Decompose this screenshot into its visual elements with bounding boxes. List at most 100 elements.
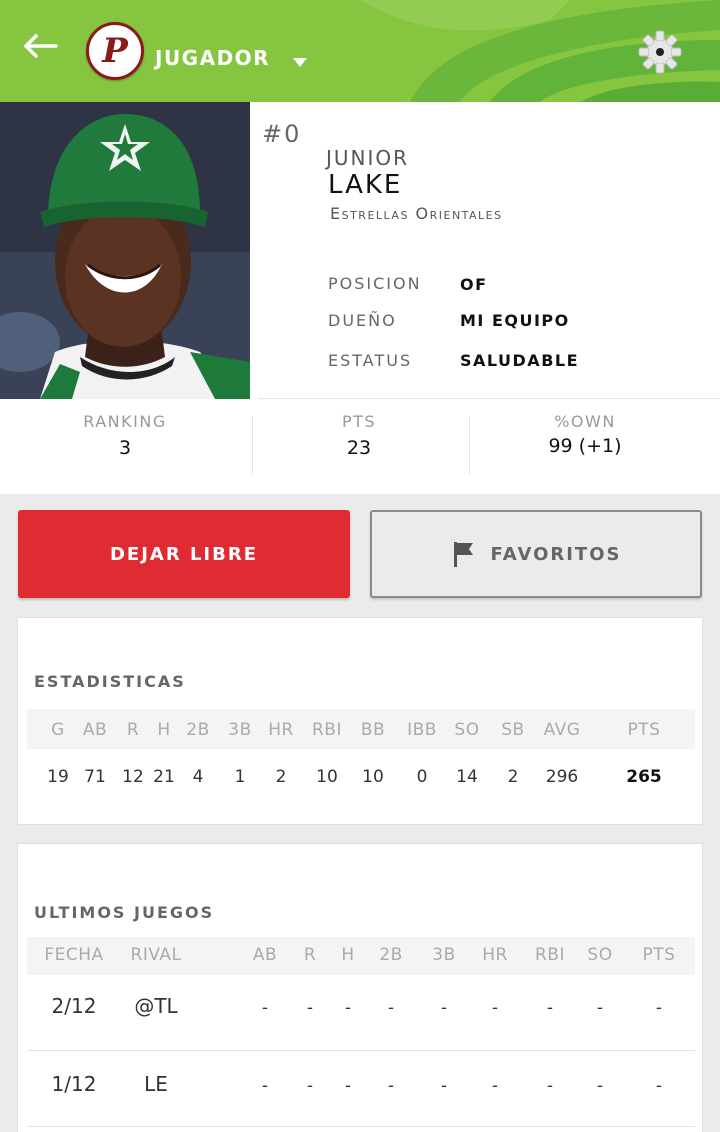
release-player-button[interactable]: DEJAR LIBRE	[18, 510, 350, 598]
stats-column-header: 3B	[228, 720, 252, 740]
stats-value: 12	[122, 767, 144, 787]
owner-label: DUEÑO	[328, 311, 397, 330]
ranking-summary: RANKING 3	[50, 412, 200, 459]
stats-value: 0	[416, 767, 428, 787]
stats-value: 71	[84, 767, 106, 787]
stats-card: ESTADISTICAS G 19 AB 71 R 12 H 21 2B 4 3B 1 HR 2 RBI 10…	[17, 617, 703, 825]
gear-icon[interactable]	[636, 28, 684, 76]
game-date: 2/12	[51, 994, 97, 1018]
stats-value: 265	[626, 767, 662, 787]
page-title[interactable]: JUGADOR	[155, 46, 270, 70]
game-stat: -	[387, 1076, 395, 1096]
stats-column-header: R	[126, 720, 140, 740]
stats-column-header: 2B	[186, 720, 210, 740]
game-stat: -	[261, 1076, 269, 1096]
game-stat: -	[440, 1076, 448, 1096]
stats-value: 10	[362, 767, 384, 787]
games-column-header: RIVAL	[130, 945, 182, 965]
stats-column-header: AVG	[543, 720, 581, 740]
divider	[258, 398, 720, 399]
player-profile: #0 JUNIOR LAKE Estrellas Orientales POSI…	[0, 102, 720, 494]
game-stat: -	[655, 1076, 663, 1096]
player-number: #0	[262, 120, 302, 148]
game-opponent: LE	[144, 1072, 168, 1096]
favorites-button-label: FAVORITOS	[490, 543, 622, 565]
stats-column-header: H	[157, 720, 171, 740]
ownership-value: 99 (+1)	[548, 435, 622, 457]
games-column-header: H	[341, 945, 355, 965]
player-photo	[0, 102, 250, 399]
stats-value: 1	[234, 767, 246, 787]
game-stat: -	[546, 1076, 554, 1096]
points-value: 23	[346, 437, 372, 459]
game-stat: -	[306, 998, 314, 1018]
flag-icon	[453, 542, 473, 567]
points-label: PTS	[341, 412, 377, 431]
game-date: 1/12	[51, 1072, 97, 1096]
divider	[252, 416, 253, 474]
arrow-left-icon[interactable]	[22, 30, 62, 62]
owner-value: MI EQUIPO	[460, 311, 570, 330]
stats-column-header: SB	[501, 720, 525, 740]
game-stat: -	[491, 998, 499, 1018]
stats-column-header: AB	[82, 720, 108, 740]
games-column-header: PTS	[642, 945, 676, 965]
games-card: ULTIMOS JUEGOS FECHA RIVAL AB R H 2B 3B HR RBI SO…	[17, 843, 703, 1132]
status-value: SALUDABLE	[460, 351, 580, 370]
divider	[469, 416, 470, 474]
game-stat: -	[261, 998, 269, 1018]
stats-value: 14	[456, 767, 478, 787]
ownership-label: %OWN	[554, 412, 616, 431]
stats-column-header: BB	[360, 720, 386, 740]
game-stat: -	[546, 998, 554, 1018]
favorites-button[interactable]: FAVORITOS	[370, 510, 702, 598]
games-column-header: R	[303, 945, 317, 965]
points-summary: PTS 23	[284, 412, 434, 459]
games-column-header: HR	[482, 945, 508, 965]
game-stat: -	[596, 1076, 604, 1096]
game-stat: -	[491, 1076, 499, 1096]
game-stat: -	[344, 998, 352, 1018]
stats-column-header: G	[51, 720, 65, 740]
stats-value: 19	[47, 767, 69, 787]
games-column-header: SO	[587, 945, 613, 965]
logo-letter: P	[102, 31, 128, 71]
stats-column-header: PTS	[627, 720, 661, 740]
status-label: ESTATUS	[328, 351, 413, 370]
player-team: Estrellas Orientales	[330, 204, 503, 223]
game-stat: -	[596, 998, 604, 1018]
stats-value: 2	[275, 767, 287, 787]
game-stat: -	[344, 1076, 352, 1096]
stats-title: ESTADISTICAS	[34, 672, 186, 691]
stats-column-header: RBI	[312, 720, 342, 740]
games-column-header: AB	[252, 945, 278, 965]
games-column-header: 3B	[432, 945, 456, 965]
player-last-name: LAKE	[328, 170, 403, 200]
game-stat: -	[440, 998, 448, 1018]
games-column-header: 2B	[379, 945, 403, 965]
game-stat: -	[387, 998, 395, 1018]
stats-value: 2	[507, 767, 519, 787]
stats-column-header: IBB	[407, 720, 437, 740]
game-stat: -	[306, 1076, 314, 1096]
row-divider	[27, 1126, 695, 1127]
league-logo: P	[86, 22, 144, 80]
ranking-value: 3	[118, 437, 132, 459]
games-column-header: FECHA	[44, 945, 104, 965]
stats-column-header: SO	[454, 720, 480, 740]
caret-down-icon[interactable]	[292, 56, 308, 68]
row-divider	[27, 1050, 695, 1051]
stats-value: 21	[153, 767, 175, 787]
stats-column-header: HR	[268, 720, 294, 740]
release-button-label: DEJAR LIBRE	[109, 543, 259, 565]
ranking-label: RANKING	[83, 412, 167, 431]
position-label: POSICION	[328, 274, 422, 293]
stats-value: 10	[316, 767, 338, 787]
games-title: ULTIMOS JUEGOS	[34, 903, 215, 922]
game-opponent: @TL	[134, 994, 178, 1018]
game-stat: -	[655, 998, 663, 1018]
stats-value: 4	[192, 767, 204, 787]
ownership-summary: %OWN 99 (+1)	[500, 412, 670, 457]
app-header: P JUGADOR	[0, 0, 720, 102]
stats-value: 296	[545, 767, 579, 787]
